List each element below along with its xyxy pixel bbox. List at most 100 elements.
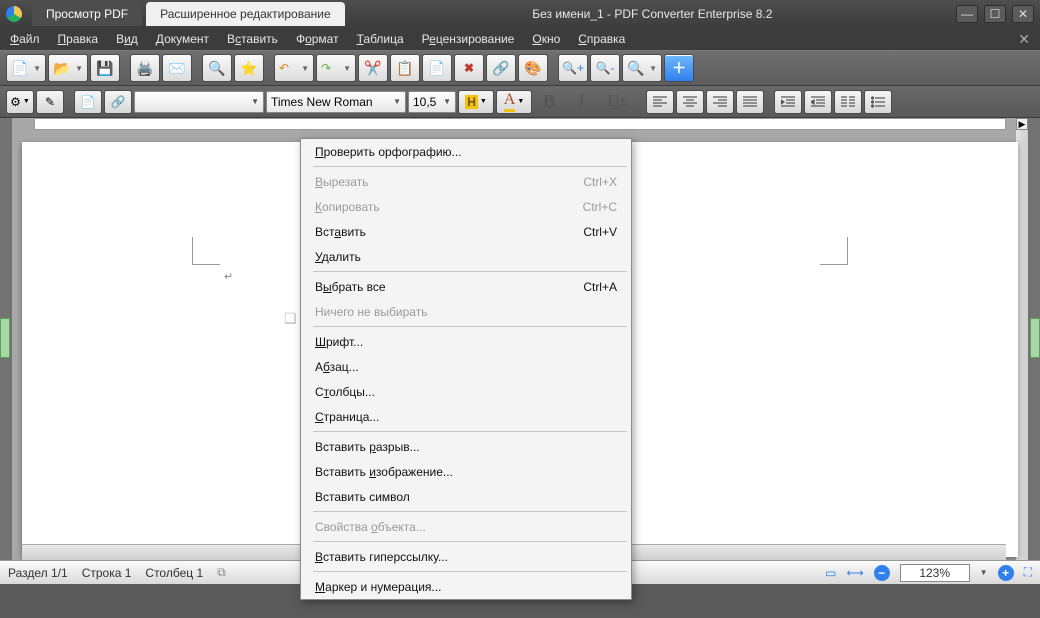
italic-button[interactable]: I <box>566 90 596 114</box>
new-button[interactable]: 📄▼ <box>6 54 46 82</box>
margin-corner-right-icon <box>820 237 848 265</box>
bold-button[interactable]: B <box>534 90 564 114</box>
copy-button[interactable]: 📋 <box>390 54 420 82</box>
menu-help[interactable]: Справка <box>578 32 625 46</box>
zoom-out-status-button[interactable]: − <box>874 565 890 581</box>
cm-font[interactable]: Шрифт... <box>301 329 631 354</box>
align-right-button[interactable] <box>706 90 734 114</box>
cm-select-all[interactable]: Выбрать всеCtrl+A <box>301 274 631 299</box>
align-center-button[interactable] <box>676 90 704 114</box>
minimize-button[interactable]: — <box>956 5 978 23</box>
list-button[interactable] <box>864 90 892 114</box>
tab-advanced-edit[interactable]: Расширенное редактирование <box>146 2 345 26</box>
text-cursor-icon: ↵ <box>224 270 233 283</box>
color-picker-button[interactable]: 🎨 <box>518 54 548 82</box>
close-document-icon[interactable]: ✕ <box>1018 31 1030 48</box>
left-panel-strip[interactable] <box>0 118 12 560</box>
mail-button[interactable]: ✉️ <box>162 54 192 82</box>
right-handle-icon[interactable] <box>1030 318 1040 358</box>
print-button[interactable]: 🖨️ <box>130 54 160 82</box>
link-tool-button[interactable]: 🔗 <box>104 90 132 114</box>
zoom-out-button[interactable]: 🔍- <box>590 54 620 82</box>
zoom-value: 123% <box>919 566 950 580</box>
indent-button[interactable] <box>804 90 832 114</box>
edit-tool-button[interactable]: ✎ <box>36 90 64 114</box>
cm-columns[interactable]: Столбцы... <box>301 379 631 404</box>
highlight-button[interactable]: H▼ <box>458 90 494 114</box>
redo-button[interactable]: ↷▼ <box>316 54 356 82</box>
close-button[interactable]: ✕ <box>1012 5 1034 23</box>
page-tool-button[interactable]: 📄 <box>74 90 102 114</box>
menu-window[interactable]: Окно <box>532 32 560 46</box>
menu-insert[interactable]: Вставить <box>227 32 278 46</box>
right-panel-strip[interactable] <box>1028 118 1040 560</box>
delete-button[interactable]: ✖ <box>454 54 484 82</box>
menu-file[interactable]: Фdocument.currentScript.previousElementS… <box>10 32 40 46</box>
menu-edit[interactable]: Правка <box>58 32 99 46</box>
context-anchor-icon: ❏ <box>284 310 300 326</box>
status-column: Столбец 1 <box>145 566 203 580</box>
cm-paste[interactable]: ВставитьCtrl+V <box>301 219 631 244</box>
menu-format[interactable]: Формат <box>296 32 339 46</box>
cm-object-props: Свойства объекта... <box>301 514 631 539</box>
cm-paragraph[interactable]: Абзац... <box>301 354 631 379</box>
columns-button[interactable] <box>834 90 862 114</box>
fit-width-icon[interactable]: ⟷ <box>846 566 863 580</box>
favorite-button[interactable]: ⭐ <box>234 54 264 82</box>
cut-button[interactable]: ✂️ <box>358 54 388 82</box>
zoom-dropdown-icon[interactable]: ▼ <box>980 568 988 577</box>
cm-cut: ВырезатьCtrl+X <box>301 169 631 194</box>
open-button[interactable]: 📂▼ <box>48 54 88 82</box>
zoom-in-button[interactable]: 🔍+ <box>558 54 588 82</box>
paste-button[interactable]: 📄 <box>422 54 452 82</box>
cm-bullets-numbering[interactable]: Маркер и нумерация... <box>301 574 631 599</box>
font-size-dropdown[interactable]: 10,5▼ <box>408 91 456 113</box>
menu-review[interactable]: Рецензирование <box>422 32 515 46</box>
cm-check-spelling[interactable]: Проверить орфографию... <box>301 139 631 164</box>
outdent-button[interactable] <box>774 90 802 114</box>
hyperlink-button[interactable]: 🔗 <box>486 54 516 82</box>
ruler-expand-icon[interactable]: ▶ <box>1016 118 1028 130</box>
font-dropdown[interactable]: Times New Roman▼ <box>266 91 406 113</box>
window-title: Без имени_1 - PDF Converter Enterprise 8… <box>349 7 956 21</box>
font-color-button[interactable]: A▼ <box>496 90 532 114</box>
menu-table[interactable]: Таблица <box>357 32 404 46</box>
status-line: Строка 1 <box>82 566 132 580</box>
font-size-value: 10,5 <box>413 95 436 109</box>
zoom-in-status-button[interactable]: + <box>998 565 1014 581</box>
menu-document[interactable]: Документ <box>156 32 209 46</box>
zoom-field[interactable]: 123% <box>900 564 970 582</box>
settings-button[interactable]: ⚙▼ <box>6 90 34 114</box>
cm-insert-image[interactable]: Вставить изображение... <box>301 459 631 484</box>
tab-view-pdf-label: Просмотр PDF <box>46 7 128 21</box>
underline-button[interactable]: U ▼ <box>598 90 636 114</box>
find-button[interactable]: 🔍 <box>202 54 232 82</box>
font-name-value: Times New Roman <box>271 95 373 109</box>
cm-insert-symbol[interactable]: Вставить символ <box>301 484 631 509</box>
format-toolbar: ⚙▼ ✎ 📄 🔗 ▼ Times New Roman▼ 10,5▼ H▼ A▼ … <box>0 86 1040 118</box>
cm-delete[interactable]: Удалить <box>301 244 631 269</box>
menu-view[interactable]: Вид <box>116 32 138 46</box>
cm-select-none: Ничего не выбирать <box>301 299 631 324</box>
fit-page-icon[interactable]: ▭ <box>825 566 836 580</box>
save-button[interactable]: 💾 <box>90 54 120 82</box>
cm-copy: КопироватьCtrl+C <box>301 194 631 219</box>
align-justify-button[interactable] <box>736 90 764 114</box>
zoom-level-button[interactable]: 🔍▼ <box>622 54 662 82</box>
fit-button[interactable]: ＋ <box>664 54 694 82</box>
cm-insert-break[interactable]: Вставить разрыв... <box>301 434 631 459</box>
maximize-button[interactable]: ☐ <box>984 5 1006 23</box>
fullscreen-icon[interactable]: ⛶ <box>1024 565 1032 580</box>
style-dropdown[interactable]: ▼ <box>134 91 264 113</box>
menu-bar: Фdocument.currentScript.previousElementS… <box>0 28 1040 50</box>
tab-advanced-edit-label: Расширенное редактирование <box>160 7 331 21</box>
left-handle-icon[interactable] <box>0 318 10 358</box>
main-toolbar: 📄▼ 📂▼ 💾 🖨️ ✉️ 🔍 ⭐ ↶▼ ↷▼ ✂️ 📋 📄 ✖ 🔗 🎨 🔍+ … <box>0 50 1040 86</box>
undo-button[interactable]: ↶▼ <box>274 54 314 82</box>
horizontal-ruler[interactable] <box>34 118 1006 130</box>
cm-page[interactable]: Страница... <box>301 404 631 429</box>
cm-insert-hyperlink[interactable]: Вставить гиперссылку... <box>301 544 631 569</box>
tab-view-pdf[interactable]: Просмотр PDF <box>32 2 142 26</box>
align-left-button[interactable] <box>646 90 674 114</box>
status-pages-icon[interactable]: ⧉ <box>217 565 226 580</box>
